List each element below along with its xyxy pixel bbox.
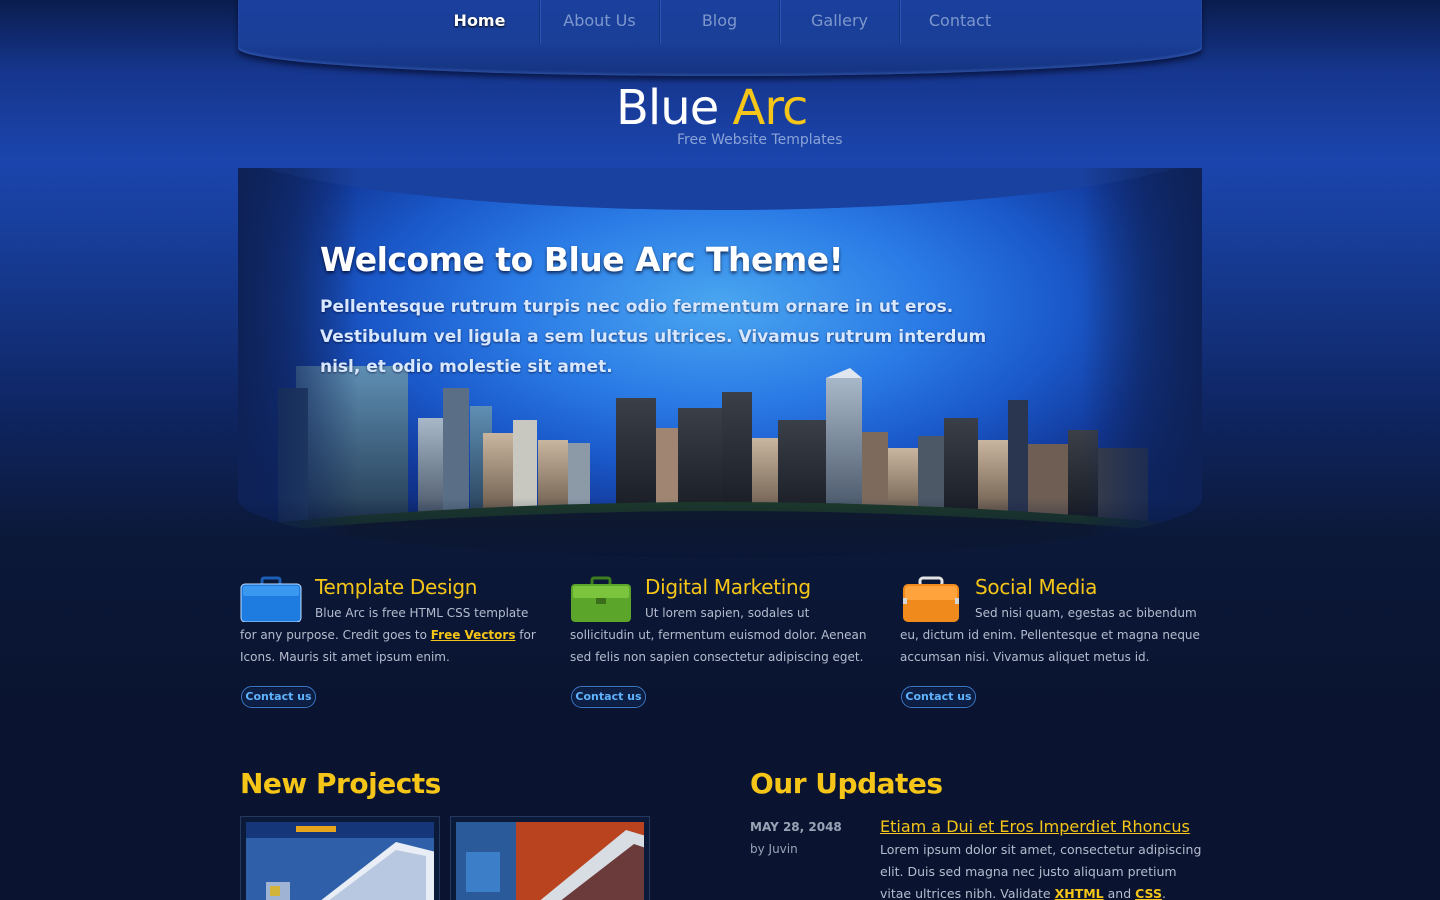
logo-word-blue: Blue <box>616 80 719 136</box>
blue-briefcase-icon <box>240 576 302 622</box>
site-logo[interactable]: Blue Arc Free Website Templates <box>616 80 876 148</box>
logo-word-arc: Arc <box>732 80 808 136</box>
contact-us-button[interactable]: Contact us <box>901 686 976 708</box>
website-screenshot-image <box>246 822 434 900</box>
project-thumbnail[interactable] <box>240 816 440 900</box>
update-text-part: and <box>1103 886 1136 900</box>
update-date: MAY 28, 2048 <box>750 820 842 834</box>
nav-gallery[interactable]: Gallery <box>780 0 900 44</box>
feature-title: Digital Marketing <box>645 575 811 599</box>
nav-contact[interactable]: Contact <box>900 0 1020 44</box>
feature-digital-marketing: Digital Marketing Ut lorem sapien, sodal… <box>570 572 870 708</box>
hero-bottom-shade <box>238 498 1202 558</box>
contact-us-button[interactable]: Contact us <box>241 686 316 708</box>
new-projects-heading: New Projects <box>240 767 441 800</box>
our-updates-heading: Our Updates <box>750 767 943 800</box>
logo-title: Blue Arc <box>616 80 876 136</box>
main-nav: Home About Us Blog Gallery Contact <box>420 0 1020 44</box>
nav-blog[interactable]: Blog <box>660 0 780 44</box>
website-screenshot-image <box>456 822 644 900</box>
contact-us-button[interactable]: Contact us <box>571 686 646 708</box>
nav-home[interactable]: Home <box>420 0 540 44</box>
update-post-text: Lorem ipsum dolor sit amet, consectetur … <box>880 839 1210 900</box>
xhtml-link[interactable]: XHTML <box>1055 886 1104 900</box>
feature-template-design: Template Design Blue Arc is free HTML CS… <box>240 572 540 708</box>
update-text-part: . <box>1161 886 1166 900</box>
update-post-title-link[interactable]: Etiam a Dui et Eros Imperdiet Rhoncus <box>880 817 1190 836</box>
logo-subtitle: Free Website Templates <box>677 132 843 148</box>
project-thumbnail-image <box>456 822 644 900</box>
free-vectors-link[interactable]: Free Vectors <box>431 628 516 642</box>
orange-briefcase-icon <box>903 576 959 622</box>
feature-title: Template Design <box>315 575 478 599</box>
hero-title: Welcome to Blue Arc Theme! <box>320 240 844 279</box>
project-thumbnail[interactable] <box>450 816 650 900</box>
project-thumbnail-image <box>246 822 434 900</box>
update-author: by Juvin <box>750 842 798 856</box>
feature-title: Social Media <box>975 575 1098 599</box>
hero-text: Pellentesque rutrum turpis nec odio ferm… <box>320 297 987 377</box>
hero-banner: Welcome to Blue Arc Theme! Pellentesque … <box>238 168 1202 558</box>
nav-about-us[interactable]: About Us <box>540 0 660 44</box>
feature-social-media: Social Media Sed nisi quam, egestas ac b… <box>900 572 1200 708</box>
css-link[interactable]: CSS <box>1135 886 1162 900</box>
green-briefcase-icon <box>571 576 631 622</box>
